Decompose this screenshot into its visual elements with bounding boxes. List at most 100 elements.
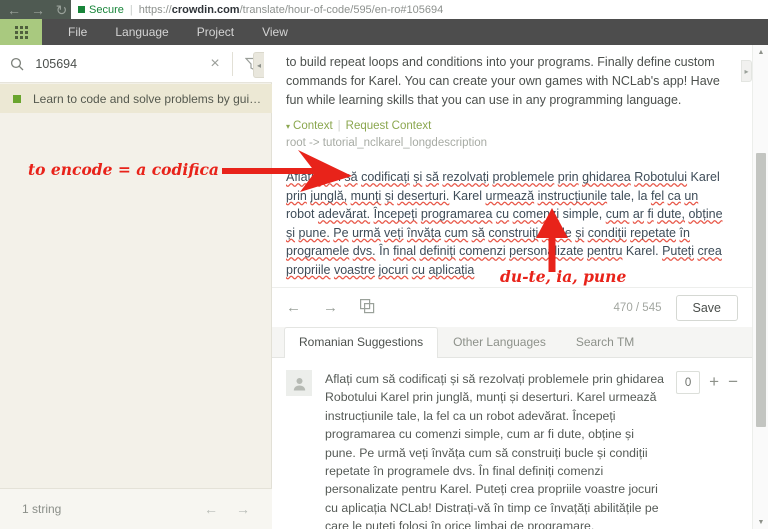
- sidebar-prev-icon[interactable]: ←: [204, 501, 218, 517]
- menu-items: File Language Project View: [42, 19, 302, 45]
- page-scrollbar[interactable]: ▲ ▼: [752, 45, 768, 529]
- url-domain: crowdin.com: [171, 3, 240, 16]
- sidebar-pager: ← →: [204, 501, 250, 517]
- spellcheck-word: jocuri: [378, 262, 409, 277]
- sidebar-next-icon[interactable]: →: [236, 501, 250, 517]
- address-bar[interactable]: Secure | https://crowdin.com/translate/h…: [71, 0, 768, 19]
- context-toggle[interactable]: Context: [293, 120, 333, 132]
- menu-item-language[interactable]: Language: [101, 19, 182, 45]
- copy-source-icon[interactable]: [360, 298, 375, 317]
- upvote-icon[interactable]: +: [709, 371, 719, 393]
- translation-toolbar: ← → 470 / 545 Save: [272, 287, 752, 327]
- save-button[interactable]: Save: [675, 294, 738, 321]
- spellcheck-word: final: [393, 244, 416, 259]
- spellcheck-word: și: [413, 170, 423, 184]
- tab-romanian-suggestions[interactable]: Romanian Suggestions: [284, 327, 439, 358]
- spellcheck-word: propriile: [286, 262, 331, 277]
- search-input[interactable]: [33, 55, 199, 72]
- panel-expand-icon[interactable]: ▸: [741, 60, 752, 82]
- spellcheck-word: și: [286, 225, 296, 240]
- spellcheck-word: definiți: [419, 244, 456, 259]
- context-pipe: |: [337, 120, 341, 132]
- spellcheck-word: urmă: [352, 225, 381, 240]
- url-path: /translate/hour-of-code/595/en-ro#105694: [239, 3, 444, 16]
- spellcheck-word: cu: [411, 262, 425, 277]
- string-count-label: 1 string: [22, 502, 62, 516]
- menu-item-file[interactable]: File: [54, 19, 101, 45]
- spellcheck-word: adevărat.: [317, 207, 371, 222]
- vote-count: 0: [676, 371, 701, 394]
- tab-search-tm[interactable]: Search TM: [561, 327, 649, 357]
- scroll-down-icon[interactable]: ▼: [753, 515, 768, 529]
- spellcheck-word: dute,: [657, 207, 685, 222]
- spellcheck-word: dvs.: [352, 244, 376, 259]
- next-string-icon[interactable]: →: [323, 300, 338, 315]
- menu-item-project[interactable]: Project: [183, 19, 248, 45]
- app-root: ← → ↻ Secure | https://crowdin.com/trans…: [0, 0, 768, 529]
- list-item[interactable]: Learn to code and solve problems by guid…: [0, 84, 272, 113]
- sidebar-collapse-icon[interactable]: ◂: [253, 52, 264, 78]
- spellcheck-word: rezolvați: [442, 170, 489, 184]
- scrollbar-thumb[interactable]: [756, 153, 766, 427]
- spellcheck-word: Începeți: [373, 207, 418, 222]
- spellcheck-word: comenzi: [459, 244, 506, 259]
- chevron-down-icon[interactable]: ▾: [286, 122, 290, 131]
- spellcheck-word: comenzi: [512, 207, 560, 222]
- spellcheck-word: Puteți: [662, 244, 695, 259]
- tab-other-languages[interactable]: Other Languages: [438, 327, 561, 357]
- spellcheck-word: să: [425, 170, 439, 184]
- user-avatar-icon: [286, 370, 312, 396]
- spellcheck-word: în: [679, 225, 690, 240]
- suggestion-body: Aflați cum să codificați și să rezolvați…: [312, 370, 676, 529]
- spellcheck-word: junglă,: [310, 188, 348, 203]
- context-row: ▾ Context | Request Context: [272, 114, 752, 132]
- spellcheck-word: fi: [647, 207, 654, 222]
- downvote-icon[interactable]: −: [728, 371, 738, 393]
- spellcheck-word: voastre: [333, 262, 375, 277]
- menu-item-view[interactable]: View: [248, 19, 302, 45]
- suggestion-tabs: Romanian Suggestions Other Languages Sea…: [272, 327, 752, 358]
- back-icon[interactable]: ←: [7, 3, 21, 17]
- apps-grid-icon[interactable]: [0, 19, 42, 45]
- lock-icon: [78, 6, 85, 13]
- spellcheck-word: ghidarea: [582, 170, 631, 184]
- spellcheck-word: să: [471, 225, 485, 240]
- spellcheck-word: să: [344, 170, 358, 184]
- spellcheck-word: programarea: [420, 207, 493, 222]
- app-menubar: File Language Project View: [0, 19, 768, 45]
- spellcheck-word: ar: [632, 207, 644, 222]
- spellcheck-word: pune.: [298, 225, 330, 240]
- url-scheme: https://: [138, 3, 172, 16]
- grid-glyph: [14, 25, 28, 39]
- scroll-up-icon[interactable]: ▲: [753, 45, 768, 59]
- spellcheck-word: cum: [317, 170, 341, 184]
- spellcheck-word: și: [575, 225, 585, 240]
- spellcheck-word: și: [384, 188, 394, 203]
- spellcheck-word: condiții: [587, 225, 627, 240]
- character-count: 470 / 545: [613, 301, 662, 314]
- spellcheck-word: cum: [444, 225, 469, 240]
- spellcheck-word: construiți: [488, 225, 539, 240]
- reload-icon[interactable]: ↻: [55, 3, 68, 17]
- spellcheck-word: prin: [557, 170, 579, 184]
- translation-editor: Aflați cum să codificați și să rezolvați…: [272, 164, 752, 327]
- clear-search-icon[interactable]: ×: [198, 55, 231, 73]
- spellcheck-word: deserturi.: [397, 188, 450, 203]
- suggestion-item: Aflați cum să codificați și să rezolvați…: [272, 358, 752, 529]
- spellcheck-word: Aflați: [286, 170, 314, 184]
- spellcheck-word: un: [684, 188, 699, 203]
- prev-string-icon[interactable]: ←: [286, 300, 301, 315]
- translation-input[interactable]: Aflați cum să codificați și să rezolvați…: [272, 164, 752, 284]
- sidebar: × Learn to code and solve problems by gu…: [0, 45, 272, 529]
- spellcheck-word: ca: [667, 188, 681, 203]
- request-context-link[interactable]: Request Context: [346, 120, 432, 132]
- spellcheck-word: munți: [350, 188, 382, 203]
- url-text: https://crowdin.com/translate/hour-of-co…: [139, 4, 444, 16]
- forward-icon[interactable]: →: [31, 3, 45, 17]
- spellcheck-word: codificați: [361, 170, 410, 184]
- search-icon: [0, 57, 33, 71]
- spellcheck-word: pentru: [586, 244, 623, 259]
- spellcheck-word: instrucțiunile: [537, 188, 608, 203]
- suggestion-text[interactable]: Aflați cum să codificați și să rezolvați…: [325, 370, 666, 529]
- context-path: root -> tutorial_nclkarel_longdescriptio…: [286, 137, 488, 149]
